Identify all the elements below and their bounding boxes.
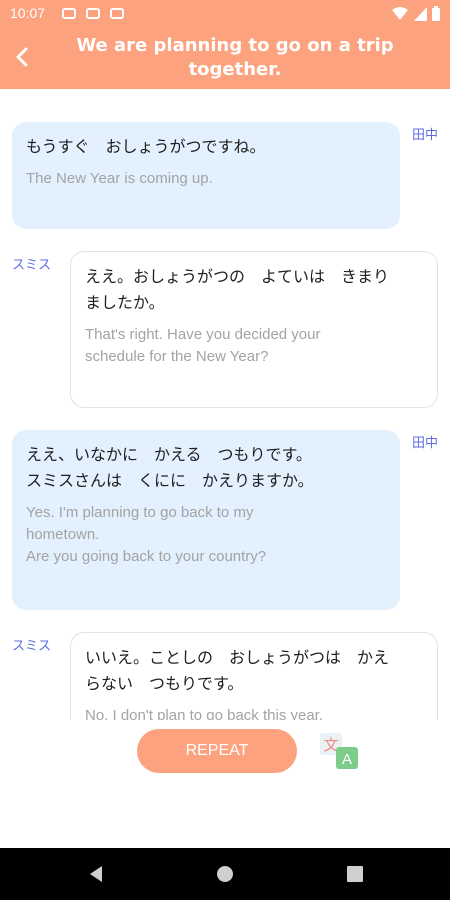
translate-toggle-button[interactable]: 文 A <box>318 731 360 771</box>
back-arrow-icon[interactable] <box>10 42 36 72</box>
english-translation: The New Year is coming up. <box>26 170 213 187</box>
youtube-notification-icon <box>62 8 76 19</box>
speaker-label: スミス <box>12 639 52 654</box>
system-navigation-bar <box>0 848 450 900</box>
english-translation: No, I don't plan to go back this year. <box>85 707 324 720</box>
speaker-label: 田中 <box>412 436 439 451</box>
nav-home-icon[interactable] <box>213 862 237 886</box>
nav-recents-icon[interactable] <box>343 862 367 886</box>
japanese-text: ええ。おしょうがつの よていは きまり ましたか。 <box>85 267 390 312</box>
japanese-text: ええ、いなかに かえる つもりです。 スミスさんは くにに かえりますか。 <box>26 445 314 490</box>
nav-back-icon[interactable] <box>84 862 108 886</box>
english-translation: Yes. I'm planning to go back to my homet… <box>26 504 267 565</box>
top-app-bar: We are planning to go on a trip together… <box>0 28 450 89</box>
wifi-icon <box>392 7 408 20</box>
translate-icon-target: A <box>342 751 352 768</box>
japanese-text: もうすぐ おしょうがつですね。 <box>26 137 266 156</box>
japanese-text: いいえ。ことしの おしょうがつは かえ らない つもりです。 <box>85 648 390 693</box>
page-title: We are planning to go on a trip together… <box>76 35 394 80</box>
conversation-list[interactable]: 田中 もうすぐ おしょうがつですね。 The New Year is comin… <box>0 89 450 720</box>
status-time: 10:07 <box>10 5 46 21</box>
signal-icon <box>414 7 427 21</box>
translate-icon: 文 A <box>320 733 358 769</box>
message-bubble[interactable]: ええ。おしょうがつの よていは きまり ましたか。 That's right. … <box>70 251 438 408</box>
english-translation: That's right. Have you decided your sche… <box>85 326 321 365</box>
battery-icon <box>432 6 440 21</box>
message-bubble[interactable]: ええ、いなかに かえる つもりです。 スミスさんは くにに かえりますか。 Ye… <box>12 430 400 610</box>
image-notification-icon <box>110 8 124 19</box>
message-bubble[interactable]: いいえ。ことしの おしょうがつは かえ らない つもりです。 No, I don… <box>70 632 438 720</box>
message-bubble[interactable]: もうすぐ おしょうがつですね。 The New Year is coming u… <box>12 122 400 229</box>
speaker-label: 田中 <box>412 128 439 143</box>
repeat-button[interactable]: REPEAT <box>137 729 297 773</box>
speaker-label: スミス <box>12 258 52 273</box>
status-bar: 10:07 <box>0 0 450 28</box>
youtube-notification-icon <box>86 8 100 19</box>
